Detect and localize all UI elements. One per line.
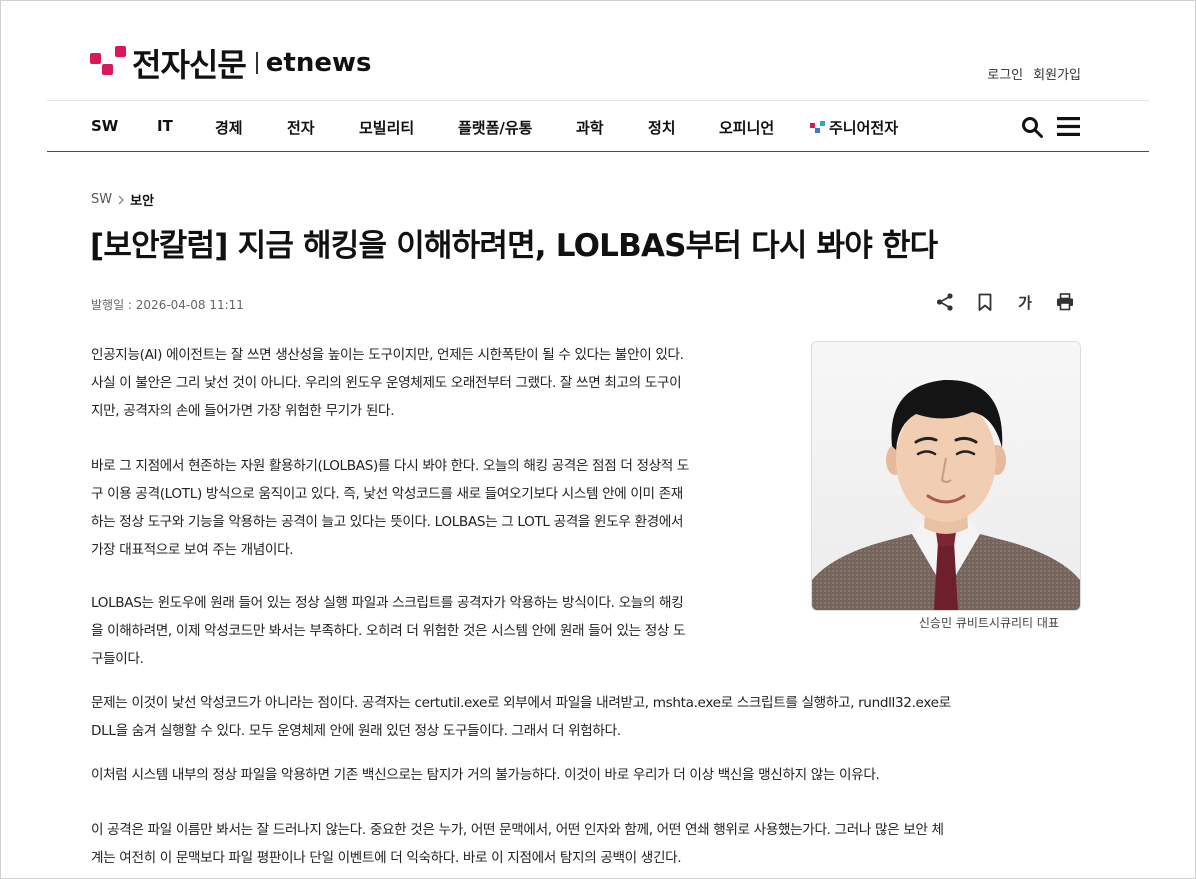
print-icon[interactable]	[1055, 292, 1075, 312]
article-tools: 가	[935, 292, 1075, 312]
logo-mark-icon	[90, 46, 128, 80]
nav-item-it[interactable]: IT	[157, 117, 173, 135]
main-nav: SW IT 경제 전자 모빌리티 플랫폼/유통 과학 정치 오피니언 주니어전자	[47, 100, 1149, 152]
logo-divider	[255, 52, 258, 74]
article-paragraph-6: 이 공격은 파일 이름만 봐서는 잘 드러나지 않는다. 중요한 것은 누가, …	[91, 822, 944, 866]
chevron-right-icon	[118, 195, 124, 204]
logo-korean-text: 전자신문	[132, 46, 247, 84]
nav-item-sw[interactable]: SW	[91, 117, 118, 135]
breadcrumb-sw[interactable]: SW	[91, 192, 112, 207]
article-paragraph-5: 이처럼 시스템 내부의 정상 파일을 악용하면 기존 백신으로는 탐지가 거의 …	[91, 767, 880, 783]
article-paragraph-2: 바로 그 지점에서 현존하는 자원 활용하기(LOLBAS)를 다시 봐야 한다…	[91, 458, 690, 558]
nav-item-opinion[interactable]: 오피니언	[719, 117, 774, 138]
font-size-button[interactable]: 가	[1015, 292, 1035, 312]
article-headline: [보안칼럼] 지금 해킹을 이해하려면, LOLBAS부터 다시 봐야 한다	[90, 228, 938, 264]
share-icon[interactable]	[935, 292, 955, 312]
signup-link[interactable]: 회원가입	[1033, 64, 1081, 83]
publish-date: 발행일 : 2026-04-08 11:11	[91, 298, 244, 312]
login-link[interactable]: 로그인	[987, 64, 1023, 83]
nav-item-politics[interactable]: 정치	[648, 117, 676, 138]
search-icon[interactable]	[1020, 115, 1044, 139]
bookmark-icon[interactable]	[975, 292, 995, 312]
nav-item-junior-label: 주니어전자	[829, 119, 899, 137]
logo-english-text: etnews	[265, 48, 372, 78]
article-paragraph-3: LOLBAS는 윈도우에 원래 들어 있는 정상 실행 파일과 스크립트를 공격…	[91, 595, 686, 667]
etnews-logo[interactable]: 전자신문 etnews	[90, 38, 371, 88]
nav-item-mobility[interactable]: 모빌리티	[359, 117, 414, 138]
breadcrumb-security[interactable]: 보안	[130, 190, 154, 209]
author-portrait	[812, 379, 1080, 610]
author-photo	[811, 341, 1081, 611]
breadcrumb: SW 보안	[91, 190, 154, 209]
nav-item-science[interactable]: 과학	[576, 117, 604, 138]
junior-logo-icon	[810, 120, 826, 135]
nav-item-platform[interactable]: 플랫폼/유통	[458, 117, 532, 138]
auth-links: 로그인 회원가입	[987, 64, 1081, 83]
nav-item-junior[interactable]: 주니어전자	[810, 117, 898, 138]
hamburger-menu-icon[interactable]	[1057, 117, 1080, 136]
nav-item-electronics[interactable]: 전자	[287, 117, 315, 138]
photo-caption: 신승민 큐비트시큐리티 대표	[918, 616, 1059, 630]
article-paragraph-4: 문제는 이것이 낯선 악성코드가 아니라는 점이다. 공격자는 certutil…	[91, 695, 951, 739]
nav-item-economy[interactable]: 경제	[215, 117, 243, 138]
article-paragraph-1: 인공지능(AI) 에이전트는 잘 쓰면 생산성을 높이는 도구이지만, 언제든 …	[91, 347, 684, 419]
